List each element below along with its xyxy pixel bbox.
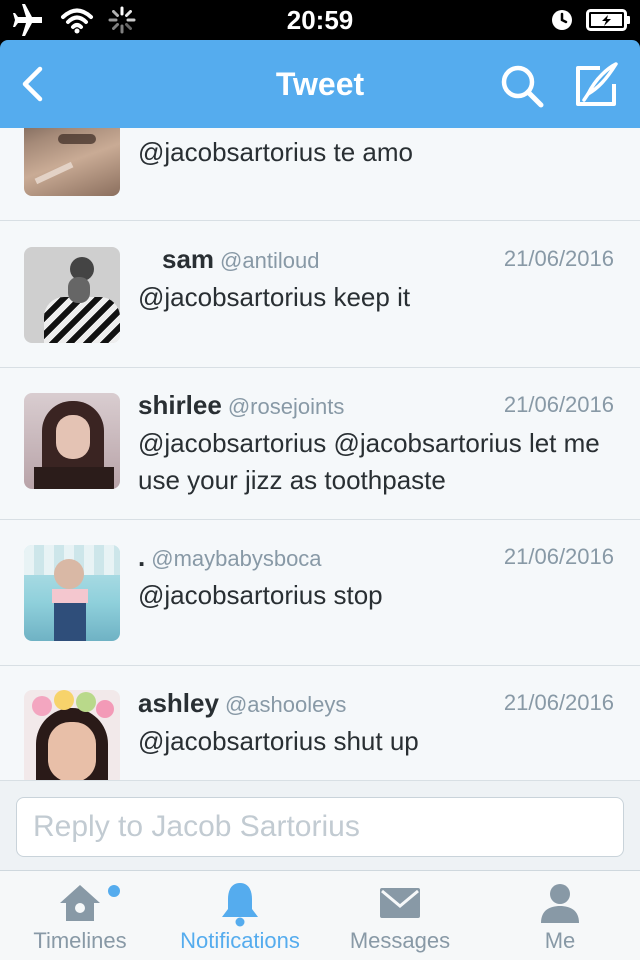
status-bar: 20:59 xyxy=(0,0,640,40)
tweet-author-name[interactable]: ashley xyxy=(138,688,219,718)
tweet-item[interactable]: shirlee @rosejoints 21/06/2016 @jacobsart… xyxy=(0,368,640,520)
chevron-left-icon xyxy=(22,66,43,102)
nav-bar: Tweet xyxy=(0,40,640,128)
search-icon xyxy=(501,65,544,108)
tweet-header: sam @antiloud 21/06/2016 xyxy=(162,241,614,277)
tweet-header: . @maybabysboca 21/06/2016 xyxy=(138,539,614,575)
status-time: 20:59 xyxy=(286,5,354,35)
tab-label: Notifications xyxy=(180,928,300,953)
compose-icon xyxy=(576,62,618,106)
avatar[interactable] xyxy=(24,128,120,196)
tweet-date: 21/06/2016 xyxy=(503,246,614,271)
tweet-date: 21/06/2016 xyxy=(503,392,614,417)
tweet-item[interactable]: sam @antiloud 21/06/2016 @jacobsartorius … xyxy=(0,221,640,368)
tab-notifications[interactable]: Notifications xyxy=(160,871,320,960)
battery-charging-icon xyxy=(586,9,630,31)
reply-bar xyxy=(0,780,640,870)
avatar[interactable] xyxy=(24,545,120,641)
avatar[interactable] xyxy=(24,690,120,780)
tweet-text: @jacobsartorius stop xyxy=(138,580,383,610)
tab-messages[interactable]: Messages xyxy=(320,871,480,960)
tweet-item[interactable]: . @maybabysboca 21/06/2016 @jacobsartoriu… xyxy=(0,520,640,666)
avatar[interactable] xyxy=(24,393,120,489)
tweet-author-name[interactable]: shirlee xyxy=(138,390,222,420)
tab-bar: Timelines Notifications Messages Me xyxy=(0,870,640,960)
tweet-author-name[interactable]: sam xyxy=(162,244,214,274)
tweet-author-handle[interactable]: @antiloud xyxy=(220,248,319,273)
status-right xyxy=(550,4,632,36)
tweet-text: @jacobsartorius @jacobsartorius let me u… xyxy=(138,428,600,495)
tweet-author-handle[interactable]: @maybabysboca xyxy=(151,546,321,571)
tweet-item[interactable]: ashley @ashooleys 21/06/2016 @jacobsartor… xyxy=(0,666,640,780)
tab-label: Messages xyxy=(349,928,451,953)
tweet-author-handle[interactable]: @ashooleys xyxy=(225,692,346,717)
tweet-text: @jacobsartorius te amo xyxy=(138,137,413,167)
tweet-text: @jacobsartorius shut up xyxy=(138,726,419,756)
envelope-icon xyxy=(380,888,420,918)
tweet-date: 21/06/2016 xyxy=(503,544,614,569)
tweet-text: @jacobsartorius keep it xyxy=(138,282,411,312)
tweet-author-name[interactable]: . xyxy=(138,542,145,572)
unread-dot xyxy=(108,885,120,897)
tab-label: Timelines xyxy=(33,928,127,953)
tweet-header: ashley @ashooleys 21/06/2016 xyxy=(138,685,614,721)
avatar[interactable] xyxy=(24,247,120,343)
tab-timelines[interactable]: Timelines xyxy=(0,871,160,960)
person-icon xyxy=(541,884,579,923)
back-button[interactable] xyxy=(12,62,56,106)
compose-button[interactable] xyxy=(570,60,622,112)
tweet-author-handle[interactable]: @rosejoints xyxy=(228,394,345,419)
tab-label: Me xyxy=(544,928,576,953)
tab-me[interactable]: Me xyxy=(480,871,640,960)
tweet-header: shirlee @rosejoints 21/06/2016 xyxy=(138,387,614,423)
tweet-date: 21/06/2016 xyxy=(503,690,614,715)
reply-input[interactable] xyxy=(16,797,624,857)
home-icon xyxy=(60,885,100,921)
tweet-item[interactable]: @jacobsartorius te amo xyxy=(0,128,640,221)
bell-icon xyxy=(222,883,258,927)
tweet-feed[interactable]: @jacobsartorius te amo sam @antiloud 21/0… xyxy=(0,128,640,780)
alarm-clock-icon xyxy=(552,10,572,30)
search-button[interactable] xyxy=(498,62,546,110)
